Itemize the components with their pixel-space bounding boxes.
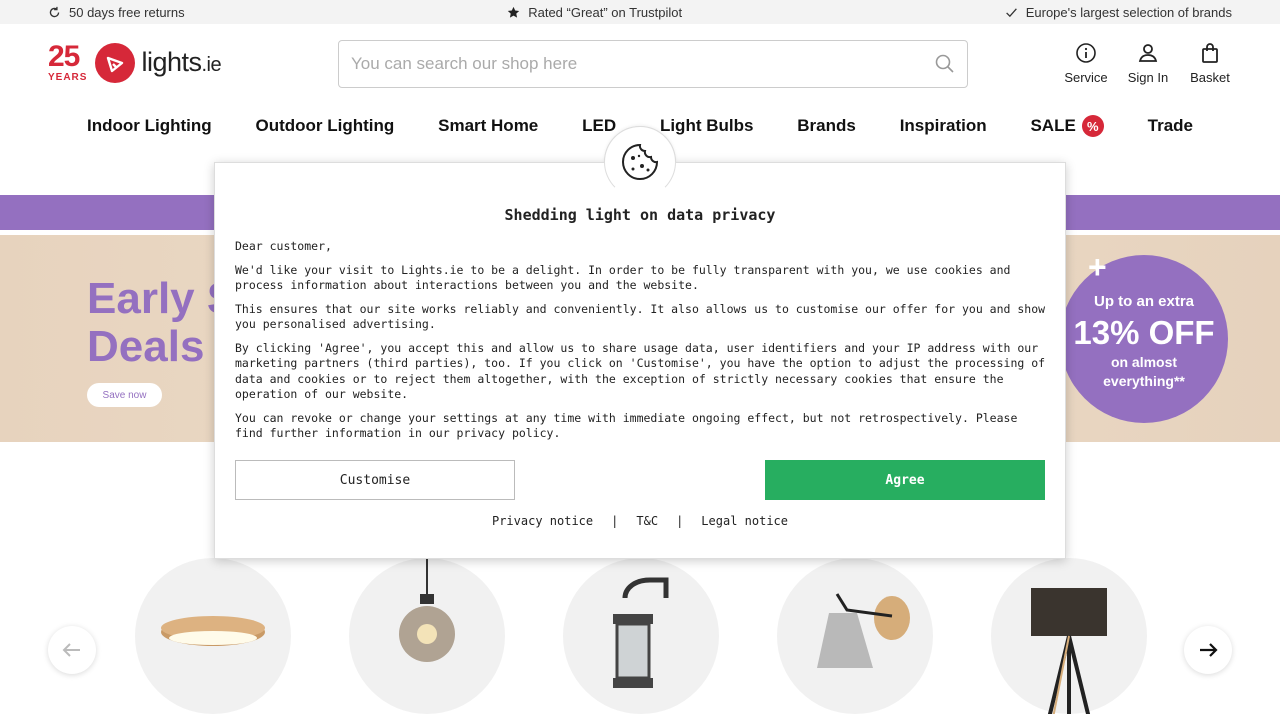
cookie-icon <box>622 143 659 180</box>
selection-text: Europe's largest selection of brands <box>1025 4 1232 20</box>
percent-icon: % <box>1081 115 1104 137</box>
badge-line4: everything** <box>1103 373 1185 389</box>
logo-wordmark: lights.ie <box>141 47 221 78</box>
user-icon <box>1138 44 1158 62</box>
basket-button[interactable]: Basket <box>1188 42 1232 85</box>
rating-usp: Rated “Great” on Trustpilot <box>507 5 682 20</box>
link-separator: | <box>611 514 619 528</box>
badge-line1: Up to an extra <box>1093 293 1195 310</box>
badge-line3: on almost <box>1110 354 1178 370</box>
top-bar: 50 days free returns Rated “Great” on Tr… <box>0 0 1280 24</box>
nav-item-smart-home[interactable]: Smart Home <box>438 116 538 136</box>
anniversary-badge: 25 YEARS <box>48 42 87 83</box>
rating-text: Rated “Great” on Trustpilot <box>528 4 683 20</box>
badge-line2: 13% OFF <box>1073 314 1215 351</box>
sign-in-label: Sign In <box>1127 70 1169 85</box>
privacy-notice-link[interactable]: Privacy notice <box>492 514 593 528</box>
nav-item-outdoor-lighting[interactable]: Outdoor Lighting <box>255 116 394 136</box>
agree-button[interactable]: Agree <box>765 460 1045 500</box>
shopping-bag-icon <box>1202 43 1218 63</box>
plus-icon: + <box>1088 249 1107 285</box>
product-ceiling-light[interactable] <box>135 558 291 714</box>
anniversary-label: YEARS <box>48 72 88 83</box>
discount-badge: + Up to an extra 13% OFF on almost every… <box>1060 249 1228 423</box>
star-icon <box>508 6 520 18</box>
cookie-consent-dialog: Shedding light on data privacy Dear cust… <box>214 162 1066 559</box>
hero-save-now-button[interactable]: Save now <box>87 383 162 407</box>
check-icon <box>1005 7 1017 17</box>
dialog-greeting: Dear customer, <box>235 239 332 253</box>
nav-item-trade[interactable]: Trade <box>1148 116 1193 136</box>
nav-item-led[interactable]: LED <box>582 116 616 136</box>
info-icon <box>1076 43 1096 63</box>
legal-links: Privacy notice | T&C | Legal notice <box>215 514 1065 528</box>
service-button[interactable]: Service <box>1064 42 1108 85</box>
logo-tld: .ie <box>201 54 222 76</box>
logo-mark-icon <box>95 42 136 83</box>
carousel-next-button[interactable] <box>1184 626 1232 674</box>
product-carousel <box>0 555 1280 720</box>
basket-label: Basket <box>1190 70 1230 85</box>
site-header: 25 YEARS lights.ie Service Sign In Baske… <box>0 24 1280 104</box>
customise-button[interactable]: Customise <box>235 460 515 500</box>
selection-usp: Europe's largest selection of brands <box>1005 5 1232 20</box>
arrow-left-icon <box>62 643 80 657</box>
carousel-prev-button[interactable] <box>48 626 96 674</box>
legal-notice-link[interactable]: Legal notice <box>701 514 788 528</box>
header-actions: Service Sign In Basket <box>1064 42 1232 85</box>
service-label: Service <box>1064 70 1108 85</box>
nav-item-inspiration[interactable]: Inspiration <box>900 116 987 136</box>
dialog-title: Shedding light on data privacy <box>504 206 776 224</box>
logo-word: lights <box>141 47 202 77</box>
nav-sale-label: SALE <box>1030 116 1076 135</box>
dialog-paragraph-2: This ensures that our site works reliabl… <box>235 301 1046 332</box>
dialog-paragraph-3: By clicking 'Agree', you accept this and… <box>235 340 1046 402</box>
dialog-paragraph-1: We'd like your visit to Lights.ie to be … <box>235 262 1011 293</box>
search-box[interactable] <box>338 40 968 88</box>
refresh-icon <box>49 6 60 17</box>
nav-item-sale[interactable]: SALE % <box>1030 115 1104 137</box>
arrow-right-icon <box>1200 643 1218 657</box>
dialog-paragraph-4: You can revoke or change your settings a… <box>235 410 1018 441</box>
returns-usp: 50 days free returns <box>48 5 185 20</box>
site-logo[interactable]: 25 YEARS lights.ie <box>48 42 222 83</box>
search-input[interactable] <box>351 54 935 74</box>
tc-link[interactable]: T&C <box>636 514 658 528</box>
cookie-badge-top <box>604 126 676 198</box>
search-icon[interactable] <box>935 54 955 74</box>
nav-item-light-bulbs[interactable]: Light Bulbs <box>660 116 753 136</box>
sign-in-button[interactable]: Sign In <box>1126 42 1170 85</box>
product-wall-lantern[interactable] <box>563 558 719 714</box>
anniversary-number: 25 <box>48 40 80 73</box>
product-floor-lamp[interactable] <box>991 558 1147 719</box>
link-separator: | <box>676 514 684 528</box>
dialog-body: Dear customer, We'd like your visit to L… <box>235 239 1047 450</box>
nav-item-brands[interactable]: Brands <box>797 116 856 136</box>
returns-text: 50 days free returns <box>69 4 185 20</box>
product-pendant-light[interactable] <box>349 558 505 714</box>
product-wall-lamp[interactable] <box>777 558 933 714</box>
nav-item-indoor-lighting[interactable]: Indoor Lighting <box>87 116 212 136</box>
